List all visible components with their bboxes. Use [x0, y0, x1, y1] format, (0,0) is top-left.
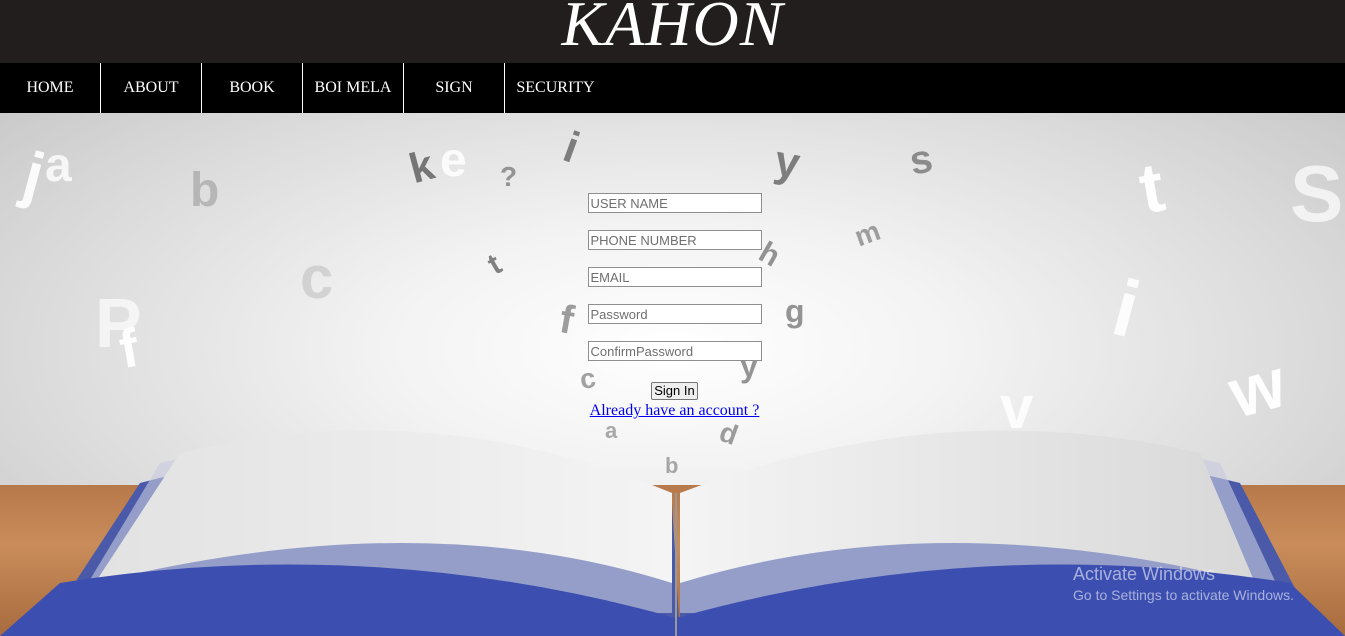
password-field[interactable]	[587, 304, 762, 324]
email-field[interactable]	[587, 267, 762, 287]
main-nav: HOME ABOUT BOOK BOI MELA SIGN SECURITY	[0, 63, 1345, 113]
username-field[interactable]	[587, 193, 762, 213]
nav-item-sign[interactable]: SIGN	[404, 63, 505, 113]
site-header: KAHON	[0, 0, 1345, 63]
site-logo: KAHON	[561, 0, 784, 59]
signup-form: Sign In Already have an account ?	[587, 193, 762, 420]
nav-item-book[interactable]: BOOK	[202, 63, 303, 113]
sign-in-button[interactable]: Sign In	[651, 382, 698, 400]
nav-item-home[interactable]: HOME	[0, 63, 101, 113]
nav-item-about[interactable]: ABOUT	[101, 63, 202, 113]
nav-item-boi-mela[interactable]: BOI MELA	[303, 63, 404, 113]
confirm-password-field[interactable]	[587, 341, 762, 361]
nav-item-security[interactable]: SECURITY	[505, 63, 606, 113]
already-have-account-link[interactable]: Already have an account ?	[590, 402, 760, 420]
hero-background: j a b k e ? i y s t S m t h c P f f g i …	[0, 113, 1345, 636]
phone-number-field[interactable]	[587, 230, 762, 250]
